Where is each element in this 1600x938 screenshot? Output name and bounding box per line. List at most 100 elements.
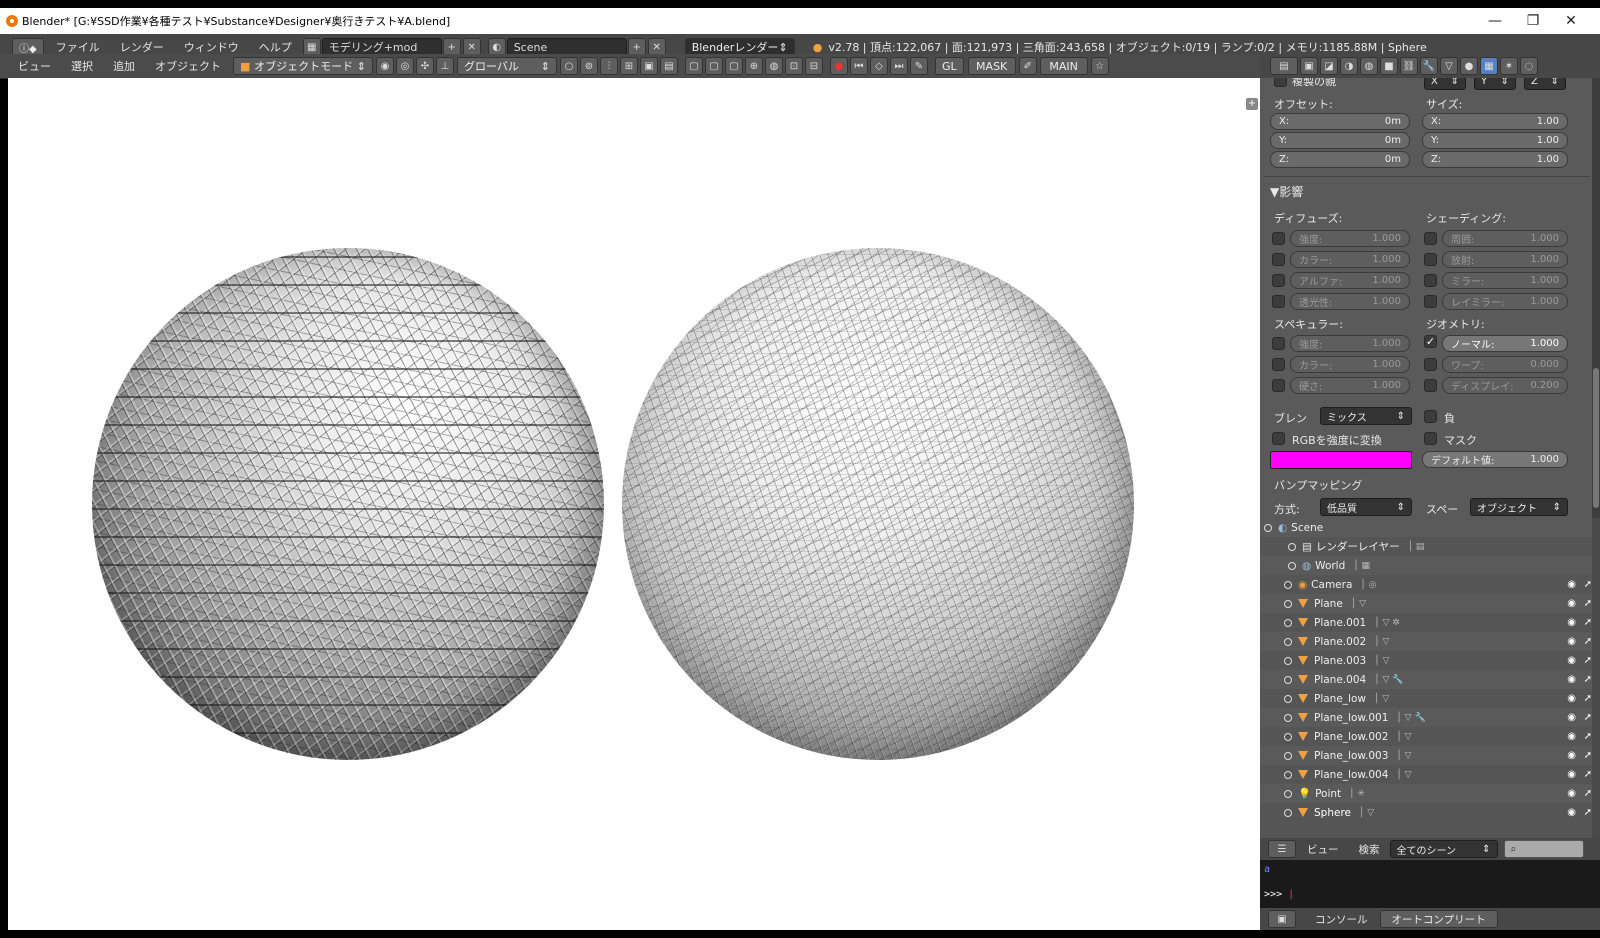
visibility-eye-icon[interactable]: ◉ <box>1567 617 1576 628</box>
size-x-field[interactable]: X: 1.00 <box>1422 113 1568 130</box>
properties-scrollbar[interactable] <box>1592 78 1600 518</box>
mask-checkbox[interactable] <box>1424 432 1437 445</box>
autocomplete-button[interactable]: オートコンプリート <box>1379 910 1498 928</box>
outliner-editor-icon[interactable]: ☰ <box>1268 840 1296 858</box>
mask-button[interactable]: MASK <box>967 57 1016 75</box>
expand-icon[interactable] <box>1284 732 1292 741</box>
geometry-normal-field[interactable]: ノーマル: 1.000 <box>1442 335 1568 352</box>
diffuse-intensity-checkbox[interactable] <box>1272 232 1285 245</box>
diffuse-translucency-checkbox[interactable] <box>1272 295 1285 308</box>
diffuse-color-checkbox[interactable] <box>1272 253 1285 266</box>
menu-render[interactable]: レンダー <box>110 39 174 55</box>
console-menu[interactable]: コンソール <box>1305 912 1378 927</box>
influence-panel-title[interactable]: ▼影響 <box>1270 183 1303 200</box>
expand-icon[interactable] <box>1284 751 1292 760</box>
orientation-select[interactable]: グローバル ⇕ <box>457 57 557 75</box>
layer-icon-2[interactable]: ▢ <box>685 57 703 75</box>
tab-layers-icon[interactable]: ◪ <box>1320 57 1338 75</box>
manipulator-icon[interactable]: ✣ <box>416 57 434 75</box>
diffuse-alpha-field[interactable]: アルファ: 1.000 <box>1290 272 1410 289</box>
brush-icon[interactable]: ✎ <box>910 57 928 75</box>
specular-intensity-field[interactable]: 強度: 1.000 <box>1290 335 1410 352</box>
select-arrow-icon[interactable]: ➚ <box>1584 807 1592 818</box>
shading-icon[interactable]: ◉ <box>376 57 394 75</box>
outliner-row-plane-low[interactable]: Plane_low │ ▽ ◉➚▣ <box>1260 689 1592 708</box>
outliner-row-plane-004[interactable]: Plane.004 │ ▽ 🔧 ◉➚▣ <box>1260 670 1592 689</box>
overlay-icon[interactable]: ◍ <box>765 57 783 75</box>
shading-ambient-checkbox[interactable] <box>1424 232 1437 245</box>
offset-z-field[interactable]: Z: 0m <box>1270 151 1410 168</box>
pencil-icon[interactable]: ✐ <box>1018 57 1037 75</box>
geometry-warp-checkbox[interactable] <box>1424 358 1437 371</box>
outliner-row-plane-low-003[interactable]: Plane_low.003 │ ▽ ◉➚▣ <box>1260 746 1592 765</box>
offset-y-field[interactable]: Y: 0m <box>1270 132 1410 149</box>
default-value-field[interactable]: デフォルト値: 1.000 <box>1422 451 1568 468</box>
snap-icon[interactable]: ⫶ <box>600 57 618 75</box>
shading-mirror-checkbox[interactable] <box>1424 274 1437 287</box>
expand-icon[interactable] <box>1284 808 1292 817</box>
outliner-row-camera[interactable]: ◉ Camera │ ◎ ◉➚▣ <box>1260 575 1592 594</box>
select-arrow-icon[interactable]: ➚ <box>1584 617 1592 628</box>
outliner-search-input[interactable]: ⌕ <box>1503 840 1584 858</box>
mapping-x-select[interactable]: X ⇕ <box>1424 78 1466 90</box>
outliner-row-plane-001[interactable]: Plane.001 │ ▽ ✲ ◉➚▣ <box>1260 613 1592 632</box>
menu-help[interactable]: ヘルプ <box>249 39 302 55</box>
size-y-field[interactable]: Y: 1.00 <box>1422 132 1568 149</box>
outliner-row-plane-low-004[interactable]: Plane_low.004 │ ▽ ◉➚▣ <box>1260 765 1592 784</box>
specular-intensity-checkbox[interactable] <box>1272 337 1285 350</box>
expand-icon[interactable] <box>1284 580 1292 589</box>
specular-color-field[interactable]: カラー: 1.000 <box>1290 356 1410 373</box>
star-icon[interactable]: ☆ <box>1090 57 1109 75</box>
jump-start-icon[interactable]: ⏮ <box>850 57 868 75</box>
jump-end-icon[interactable]: ⏭ <box>890 57 908 75</box>
select-arrow-icon[interactable]: ➚ <box>1584 750 1592 761</box>
visibility-eye-icon[interactable]: ◉ <box>1567 579 1576 590</box>
menu-window[interactable]: ウィンドウ <box>174 39 249 55</box>
geometry-warp-field[interactable]: ワープ: 0.000 <box>1442 356 1568 373</box>
visibility-eye-icon[interactable]: ◉ <box>1567 807 1576 818</box>
outliner-row-point[interactable]: 💡 Point │ ✳ ◉➚▣ <box>1260 784 1592 803</box>
tab-world-icon[interactable]: ◍ <box>1360 57 1378 75</box>
outliner-row-world[interactable]: ◍ World │ ▦ <box>1260 556 1592 575</box>
geometry-normal-checkbox[interactable]: ✓ <box>1424 335 1437 348</box>
specular-hardness-checkbox[interactable] <box>1272 379 1285 392</box>
size-z-field[interactable]: Z: 1.00 <box>1422 151 1568 168</box>
gl-button[interactable]: GL <box>935 57 964 75</box>
outliner-row-scene[interactable]: ◐ Scene <box>1260 518 1592 537</box>
expand-icon[interactable] <box>1284 599 1292 608</box>
tab-scene-icon[interactable]: ◑ <box>1340 57 1358 75</box>
shading-mirror-field[interactable]: ミラー: 1.000 <box>1442 272 1568 289</box>
outliner-row-plane-002[interactable]: Plane.002 │ ▽ ◉➚▣ <box>1260 632 1592 651</box>
select-arrow-icon[interactable]: ➚ <box>1584 636 1592 647</box>
properties-scrollbar-thumb[interactable] <box>1593 368 1599 508</box>
outliner-menu-view[interactable]: ビュー <box>1297 842 1349 857</box>
menu-view[interactable]: ビュー <box>0 58 61 74</box>
visibility-eye-icon[interactable]: ◉ <box>1567 655 1576 666</box>
expand-icon[interactable] <box>1284 618 1292 627</box>
expand-icon[interactable] <box>1288 561 1296 570</box>
mapping-y-select[interactable]: Y ⇕ <box>1474 78 1516 90</box>
menu-select[interactable]: 選択 <box>61 58 103 74</box>
select-arrow-icon[interactable]: ➚ <box>1584 693 1592 704</box>
menu-file[interactable]: ファイル <box>46 39 110 55</box>
tab-physics-icon[interactable]: ◌ <box>1520 57 1538 75</box>
outliner-row-plane-low-001[interactable]: Plane_low.001 │ ▽ 🔧 ◉➚▣ <box>1260 708 1592 727</box>
diffuse-translucency-field[interactable]: 透光性: 1.000 <box>1290 293 1410 310</box>
visibility-eye-icon[interactable]: ◉ <box>1567 788 1576 799</box>
blend-select[interactable]: ミックス ⇕ <box>1320 407 1412 425</box>
python-console[interactable]: a >>> | <box>1260 860 1600 908</box>
select-arrow-icon[interactable]: ➚ <box>1584 712 1592 723</box>
layer-icon-1[interactable]: ○ <box>560 57 578 75</box>
properties-editor-icon[interactable]: ▤ <box>1270 57 1298 75</box>
shading-emit-field[interactable]: 放射: 1.000 <box>1442 251 1568 268</box>
geometry-displace-field[interactable]: ディスプレイ: 0.200 <box>1442 377 1568 394</box>
shading-ambient-field[interactable]: 周囲: 1.000 <box>1442 230 1568 247</box>
expand-icon[interactable] <box>1284 656 1292 665</box>
keyframe-diamond-icon[interactable]: ◇ <box>870 57 888 75</box>
visibility-eye-icon[interactable]: ◉ <box>1567 712 1576 723</box>
record-icon[interactable]: ● <box>830 57 848 75</box>
target-icon[interactable]: ⊕ <box>745 57 763 75</box>
expand-icon[interactable] <box>1284 675 1292 684</box>
outliner-row-plane-low-002[interactable]: Plane_low.002 │ ▽ ◉➚▣ <box>1260 727 1592 746</box>
outliner-display-select[interactable]: 全てのシーン ⇕ <box>1389 840 1498 858</box>
